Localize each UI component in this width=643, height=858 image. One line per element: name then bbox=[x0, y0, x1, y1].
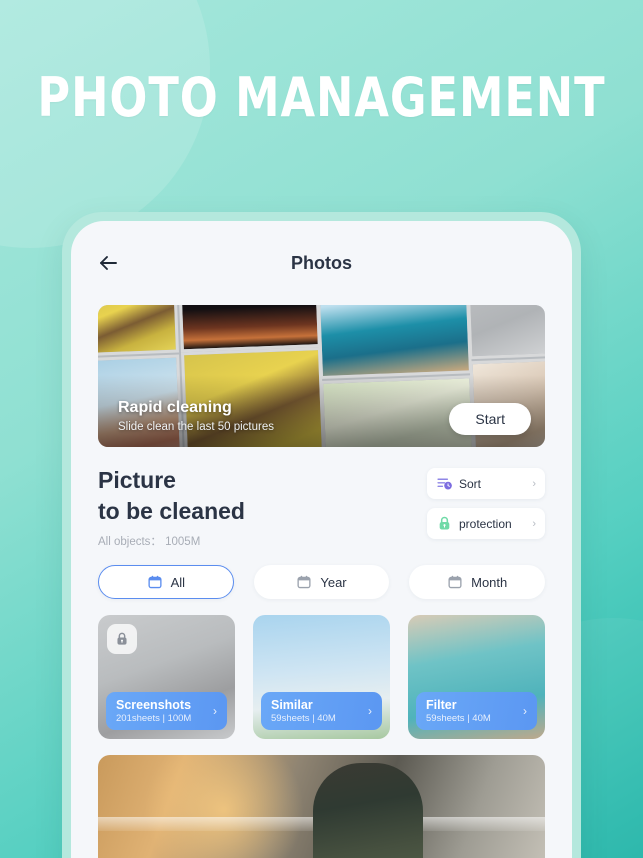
banner-text-group: Rapid cleaning Slide clean the last 50 p… bbox=[118, 398, 274, 433]
sort-chevron-icon: › bbox=[532, 477, 536, 490]
collage-tile bbox=[98, 305, 179, 357]
lock-icon bbox=[439, 516, 450, 530]
section-heading-line2: to be cleaned bbox=[98, 498, 245, 525]
category-card-screenshots[interactable]: Screenshots 201sheets | 100M › bbox=[98, 615, 235, 740]
category-info-bar: Similar 59sheets | 40M › bbox=[261, 692, 382, 731]
calendar-icon bbox=[297, 575, 311, 589]
side-actions: Sort › protection › bbox=[427, 465, 545, 539]
back-button[interactable] bbox=[93, 248, 123, 278]
app-header: Photos bbox=[71, 221, 572, 305]
category-meta: 201sheets | 100M bbox=[116, 713, 192, 725]
category-chevron-icon: › bbox=[523, 704, 527, 719]
protection-button[interactable]: protection › bbox=[427, 508, 545, 539]
featured-photo-card[interactable] bbox=[98, 755, 545, 858]
hero-title: PHOTO MANAGEMENT bbox=[37, 66, 606, 129]
section-heading-line1: Picture bbox=[98, 467, 176, 493]
filter-chips: All Year Month bbox=[98, 565, 546, 600]
arrow-left-icon bbox=[100, 256, 117, 270]
phone-frame: Photos Rapid cleaning Slide clean the la… bbox=[62, 212, 581, 858]
category-text-group: Screenshots 201sheets | 100M bbox=[116, 698, 213, 724]
sort-label: Sort bbox=[459, 476, 482, 491]
category-name: Screenshots bbox=[116, 697, 192, 712]
protection-label: protection bbox=[459, 516, 512, 531]
category-meta: 59sheets | 40M bbox=[271, 713, 336, 725]
category-card-filter[interactable]: Filter 59sheets | 40M › bbox=[408, 615, 545, 740]
rapid-cleaning-banner[interactable]: Rapid cleaning Slide clean the last 50 p… bbox=[98, 305, 545, 447]
category-info-bar: Screenshots 201sheets | 100M › bbox=[106, 692, 227, 731]
collage-tile bbox=[465, 305, 545, 360]
category-name: Filter bbox=[426, 697, 457, 712]
protection-chevron-icon: › bbox=[532, 517, 536, 530]
chip-year-label: Year bbox=[320, 574, 347, 590]
sort-clock-icon bbox=[437, 478, 452, 490]
all-objects-size: All objects： 1005M bbox=[98, 536, 201, 549]
calendar-icon bbox=[148, 575, 162, 589]
sort-button[interactable]: Sort › bbox=[427, 468, 545, 499]
category-grid: Screenshots 201sheets | 100M › Similar 5… bbox=[98, 615, 545, 740]
category-text-group: Similar 59sheets | 40M bbox=[271, 698, 368, 724]
phone-screen: Photos Rapid cleaning Slide clean the la… bbox=[71, 221, 572, 858]
category-chevron-icon: › bbox=[368, 704, 372, 719]
chip-all-label: All bbox=[170, 574, 186, 590]
chip-year[interactable]: Year bbox=[253, 565, 390, 600]
chip-month[interactable]: Month bbox=[409, 565, 546, 600]
photo-subject bbox=[312, 763, 423, 858]
calendar-icon bbox=[448, 575, 462, 589]
category-meta: 59sheets | 40M bbox=[426, 713, 491, 725]
collage-tile bbox=[177, 305, 321, 353]
category-chevron-icon: › bbox=[213, 704, 217, 719]
start-button[interactable]: Start bbox=[449, 403, 531, 435]
category-card-similar[interactable]: Similar 59sheets | 40M › bbox=[253, 615, 390, 740]
category-info-bar: Filter 59sheets | 40M › bbox=[416, 692, 537, 731]
section-heading-group: Picture to be cleaned All objects： 1005M bbox=[98, 465, 245, 549]
banner-title: Rapid cleaning bbox=[118, 399, 232, 416]
category-name: Similar bbox=[271, 697, 313, 712]
lock-icon bbox=[117, 632, 127, 645]
photo-sun-glow bbox=[133, 755, 314, 858]
section-row: Picture to be cleaned All objects： 1005M bbox=[98, 465, 545, 549]
chip-all[interactable]: All bbox=[98, 565, 234, 600]
chip-month-label: Month bbox=[471, 574, 508, 590]
lock-badge[interactable] bbox=[107, 624, 137, 655]
banner-subtitle: Slide clean the last 50 pictures bbox=[118, 421, 274, 433]
app-content: Rapid cleaning Slide clean the last 50 p… bbox=[71, 305, 572, 858]
category-text-group: Filter 59sheets | 40M bbox=[426, 698, 523, 724]
collage-tile bbox=[315, 305, 473, 380]
page-title: Photos bbox=[291, 252, 352, 273]
